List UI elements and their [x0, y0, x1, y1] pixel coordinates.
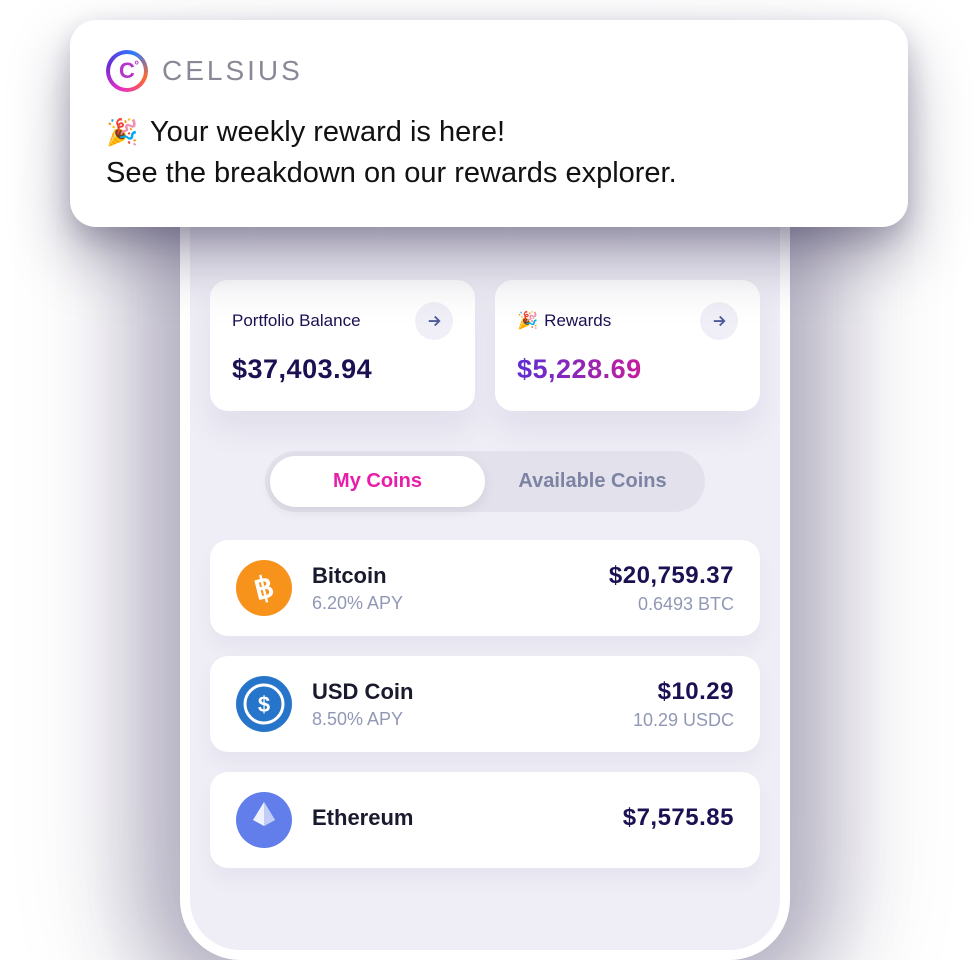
- coin-tabs: My Coins Available Coins: [265, 451, 705, 512]
- coin-apy: 8.50% APY: [312, 709, 613, 730]
- svg-text:$: $: [258, 692, 270, 717]
- rewards-label: Rewards: [544, 311, 611, 331]
- coin-apy: 6.20% APY: [312, 593, 589, 614]
- portfolio-balance-card[interactable]: Portfolio Balance $37,403.94: [210, 280, 475, 411]
- coin-usd-value: $10.29: [633, 678, 734, 706]
- coin-amount: 10.29 USDC: [633, 710, 734, 731]
- arrow-right-icon: [415, 302, 453, 340]
- party-popper-icon: 🎉: [517, 311, 538, 331]
- bitcoin-icon: ฿: [236, 560, 292, 616]
- coin-usd-value: $7,575.85: [623, 804, 734, 832]
- rewards-card[interactable]: 🎉 Rewards $5,228.69: [495, 280, 760, 411]
- summary-cards: Portfolio Balance $37,403.94 🎉 Rewards: [210, 280, 760, 411]
- tab-my-coins[interactable]: My Coins: [270, 456, 485, 507]
- notification-subline: See the breakdown on our rewards explore…: [106, 157, 677, 189]
- notification-header: C CELSIUS: [106, 50, 872, 92]
- ethereum-icon: [236, 792, 292, 848]
- coin-name: Ethereum: [312, 805, 603, 831]
- phone-frame: Portfolio Balance $37,403.94 🎉 Rewards: [180, 140, 790, 960]
- notification-headline: Your weekly reward is here!: [150, 116, 505, 148]
- coin-usd-value: $20,759.37: [609, 562, 734, 590]
- app-screen: Portfolio Balance $37,403.94 🎉 Rewards: [190, 150, 780, 868]
- celsius-logo-icon: C: [106, 50, 148, 92]
- arrow-right-icon: [700, 302, 738, 340]
- coin-name: USD Coin: [312, 679, 613, 705]
- coin-row-ethereum[interactable]: Ethereum $7,575.85: [210, 772, 760, 868]
- reward-notification[interactable]: C CELSIUS 🎉 Your weekly reward is here! …: [70, 20, 908, 227]
- coin-name: Bitcoin: [312, 563, 589, 589]
- coin-row-bitcoin[interactable]: ฿ Bitcoin 6.20% APY $20,759.37 0.6493 BT…: [210, 540, 760, 636]
- portfolio-value: $37,403.94: [232, 354, 453, 385]
- tab-available-coins[interactable]: Available Coins: [485, 456, 700, 507]
- coin-list: ฿ Bitcoin 6.20% APY $20,759.37 0.6493 BT…: [210, 540, 760, 868]
- party-popper-icon: 🎉: [106, 117, 138, 147]
- coin-amount: 0.6493 BTC: [609, 594, 734, 615]
- usdc-icon: $: [236, 676, 292, 732]
- brand-name: CELSIUS: [162, 55, 303, 87]
- rewards-value: $5,228.69: [517, 354, 738, 385]
- coin-row-usdcoin[interactable]: $ USD Coin 8.50% APY $10.29 10.29 USDC: [210, 656, 760, 752]
- portfolio-label: Portfolio Balance: [232, 311, 361, 331]
- notification-body: 🎉 Your weekly reward is here! See the br…: [106, 112, 872, 193]
